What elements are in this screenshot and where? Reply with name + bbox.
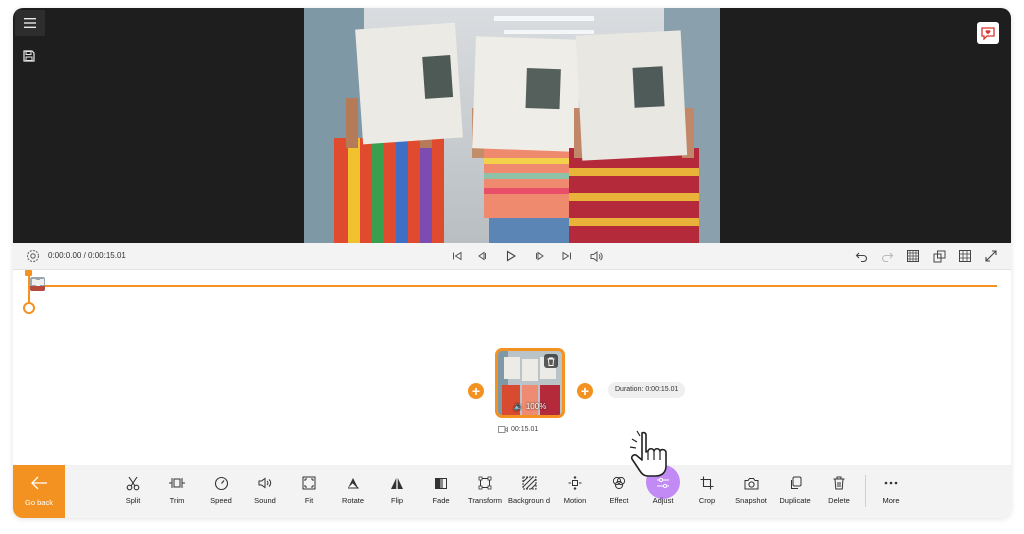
gear-icon[interactable] (25, 248, 41, 264)
playhead-knob[interactable] (23, 302, 35, 314)
go-back-label: Go back (25, 498, 53, 507)
tool-delete[interactable]: Delete (817, 465, 861, 518)
rotate-icon (344, 474, 362, 492)
fit-icon (300, 474, 318, 492)
effect-icon (610, 474, 628, 492)
fade-icon (432, 474, 450, 492)
aspect-ratio-icon[interactable] (931, 248, 947, 264)
step-forward-icon[interactable] (532, 248, 548, 264)
tool-snapshot[interactable]: Snapshot (729, 465, 773, 518)
play-icon[interactable] (503, 248, 519, 264)
hamburger-icon (24, 18, 36, 28)
clip-duration-label: 00:15.01 (511, 426, 539, 433)
speedometer-icon (212, 474, 230, 492)
feedback-button[interactable] (977, 22, 999, 44)
video-clip[interactable]: 🔉 100% (495, 348, 565, 418)
background-icon (520, 474, 538, 492)
tool-flip[interactable]: Flip (375, 465, 419, 518)
player-controls-bar: 0:00:0.00 / 0:00:15.01 (13, 243, 1011, 270)
tool-label: More (882, 496, 900, 505)
video-preview-area (13, 8, 1011, 243)
trim-icon (168, 474, 186, 492)
save-icon (23, 50, 35, 62)
more-dots-icon (882, 474, 900, 492)
checkerboard-icon[interactable] (905, 248, 921, 264)
tool-crop[interactable]: Crop (685, 465, 729, 518)
transform-icon (476, 474, 494, 492)
skip-start-icon[interactable] (449, 248, 465, 264)
menu-button[interactable] (15, 10, 45, 36)
tool-fit[interactable]: Fit (287, 465, 331, 518)
heart-chat-icon (981, 26, 995, 40)
tool-sound[interactable]: Sound (243, 465, 287, 518)
volume-icon[interactable] (588, 248, 604, 264)
timeline-track[interactable] (29, 285, 997, 287)
hand-cursor-icon (629, 430, 667, 477)
tool-speed[interactable]: Speed (199, 465, 243, 518)
tool-split[interactable]: Split (111, 465, 155, 518)
duration-pill: Duration: 0:00:15.01 (608, 382, 686, 398)
tool-label: Backgroun d (507, 496, 551, 505)
timeline-area: + 🔉 100% 00:15.01 + Duration: 0:00:15.01 (13, 270, 1011, 466)
tool-label: Delete (828, 496, 850, 505)
tool-fade[interactable]: Fade (419, 465, 463, 518)
video-icon (498, 426, 508, 433)
grid-icon[interactable] (957, 248, 973, 264)
timeline-thumbnail (30, 277, 45, 291)
video-editor-window: 0:00:0.00 / 0:00:15.01 + 🔉 100% 00:15.01… (13, 8, 1011, 518)
undo-icon[interactable] (853, 248, 869, 264)
trash-icon (547, 357, 555, 366)
add-before-button[interactable]: + (468, 383, 484, 399)
save-button[interactable] (19, 46, 39, 66)
scissors-icon (124, 474, 142, 492)
skip-end-icon[interactable] (559, 248, 575, 264)
fullscreen-icon[interactable] (983, 248, 999, 264)
tool-motion[interactable]: Motion (553, 465, 597, 518)
clip-duration: 00:15.01 (498, 426, 538, 433)
camera-icon (742, 474, 760, 492)
clip-volume-label: 🔉 100% (513, 402, 547, 411)
edit-toolbar: Go back Split Trim Speed Sound Fit Rotat… (13, 465, 1011, 518)
trash-icon (830, 474, 848, 492)
crop-icon (698, 474, 716, 492)
tool-trim[interactable]: Trim (155, 465, 199, 518)
time-display: 0:00:0.00 / 0:00:15.01 (48, 251, 126, 260)
tool-rotate[interactable]: Rotate (331, 465, 375, 518)
motion-icon (566, 474, 584, 492)
step-back-icon[interactable] (474, 248, 490, 264)
tool-background[interactable]: Backgroun d (507, 465, 551, 518)
flip-icon (388, 474, 406, 492)
go-back-button[interactable]: Go back (13, 465, 65, 518)
duplicate-icon (786, 474, 804, 492)
tool-more[interactable]: More (869, 465, 913, 518)
video-still-image (304, 8, 720, 243)
tool-duplicate[interactable]: Duplicate (773, 465, 817, 518)
clip-delete-button[interactable] (544, 354, 558, 368)
speaker-icon (256, 474, 274, 492)
redo-icon[interactable] (879, 248, 895, 264)
add-after-button[interactable]: + (577, 383, 593, 399)
tool-transform[interactable]: Transform (463, 465, 507, 518)
arrow-left-icon (31, 476, 47, 490)
video-frame[interactable] (304, 8, 720, 243)
